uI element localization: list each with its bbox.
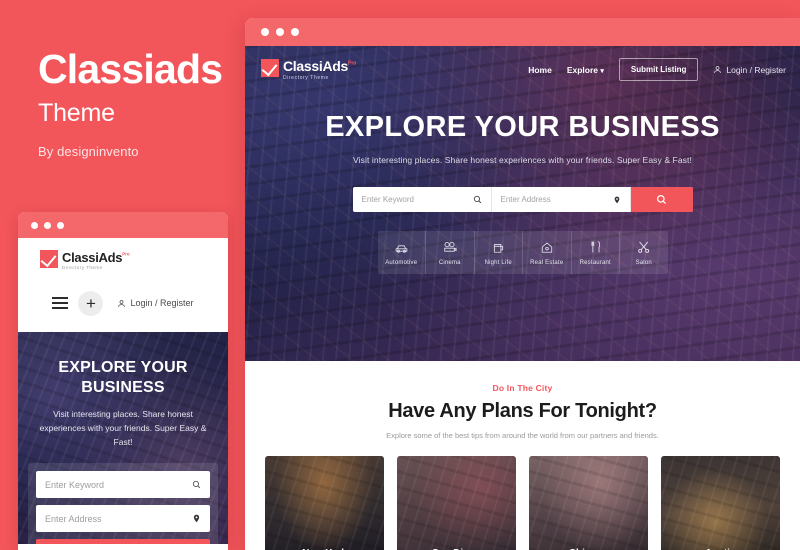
mobile-keyword-input[interactable]: Enter Keyword <box>36 471 210 499</box>
map-pin-icon <box>614 196 619 203</box>
search-icon <box>473 195 481 204</box>
map-pin-icon <box>193 514 200 523</box>
logo-tagline: Directory Theme <box>283 74 329 81</box>
category-salon[interactable]: Salon <box>620 231 668 274</box>
category-restaurant[interactable]: Restaurant <box>572 231 620 274</box>
city-card[interactable]: Chicago <box>529 456 648 550</box>
search-icon <box>192 481 201 489</box>
search-submit-button[interactable] <box>630 187 693 212</box>
mobile-auth-link[interactable]: Login / Register <box>117 298 194 308</box>
category-label: Real Estate <box>530 260 564 266</box>
submit-listing-button[interactable]: Submit Listing <box>618 58 699 81</box>
window-dot-maximize-icon[interactable] <box>291 28 299 36</box>
mobile-titlebar <box>18 212 228 238</box>
mobile-search-form: Enter Keyword Enter Address <box>28 463 218 544</box>
cutlery-icon <box>572 238 620 256</box>
city-card[interactable]: Austin <box>661 456 780 550</box>
keyword-placeholder: Enter Keyword <box>361 195 414 204</box>
category-label: Restaurant <box>579 260 611 266</box>
city-card[interactable]: New York <box>265 456 384 550</box>
window-dot-close-icon[interactable] <box>31 221 38 229</box>
film-projector-icon <box>426 238 474 256</box>
category-label: Automotive <box>385 260 418 266</box>
plus-icon[interactable]: + <box>78 290 104 316</box>
user-icon <box>118 299 126 307</box>
browser-titlebar <box>245 18 800 46</box>
window-dot-close-icon[interactable] <box>261 28 269 36</box>
mobile-address-input[interactable]: Enter Address <box>36 505 210 533</box>
category-label: Night Life <box>484 260 512 266</box>
nav-item-explore-label: Explore <box>566 64 598 75</box>
section-subtitle: Explore some of the best tips from aroun… <box>386 431 659 440</box>
logo-badge: Pro <box>348 60 357 67</box>
mobile-hero-subtitle: Visit interesting places. Share honest e… <box>39 409 207 447</box>
mobile-hero-title: EXPLORE YOUR BUSINESS <box>58 358 188 396</box>
mobile-nav: + Login / Register <box>18 271 228 332</box>
site-logo[interactable]: ClassiAdsPro Directory Theme <box>261 57 357 81</box>
house-icon <box>523 238 571 256</box>
hero-subtitle: Visit interesting places. Share honest e… <box>353 155 692 165</box>
promo-subtitle: Theme <box>38 99 115 128</box>
browser-mockup: ClassiAdsPro Directory Theme Home Explor… <box>245 18 800 550</box>
mobile-keyword-placeholder: Enter Keyword <box>45 479 105 490</box>
mobile-address-placeholder: Enter Address <box>45 513 102 524</box>
address-input[interactable]: Enter Address <box>492 187 631 212</box>
category-real-estate[interactable]: Real Estate <box>523 231 572 274</box>
auth-link[interactable]: Login / Register <box>713 65 786 75</box>
category-cinema[interactable]: Cinema <box>426 231 475 274</box>
mobile-auth-label: Login / Register <box>130 298 194 308</box>
mobile-mockup: ClassiAdsPro Directory Theme + Login / R… <box>18 212 228 550</box>
checkmark-logo-icon <box>40 250 58 268</box>
window-dot-minimize-icon[interactable] <box>276 28 284 36</box>
city-card-list: New York San Diego Chicago Austin <box>245 440 800 550</box>
city-section: Do In The City Have Any Plans For Tonigh… <box>245 361 800 550</box>
window-dot-maximize-icon[interactable] <box>57 221 64 229</box>
hamburger-icon[interactable] <box>52 297 69 309</box>
checkmark-logo-icon <box>261 58 279 77</box>
nav-item-home[interactable]: Home <box>528 65 552 75</box>
section-eyebrow: Do In The City <box>492 383 553 393</box>
category-night-life[interactable]: Night Life <box>475 231 523 274</box>
logo-name: ClassiAds <box>283 57 348 74</box>
mobile-logo[interactable]: ClassiAdsPro Directory Theme <box>18 238 228 271</box>
category-label: Salon <box>635 260 652 266</box>
mobile-search-button[interactable] <box>36 539 210 544</box>
promo-author: By designinvento <box>38 144 139 160</box>
keyword-input[interactable]: Enter Keyword <box>353 187 492 212</box>
main-nav: Home Explore ▾ Submit Listing Login / Re… <box>528 58 786 81</box>
page-title: Classiads <box>38 46 223 92</box>
beer-mug-icon <box>475 238 523 256</box>
scissors-icon <box>620 238 668 256</box>
site-header: ClassiAdsPro Directory Theme Home Explor… <box>245 46 800 81</box>
address-placeholder: Enter Address <box>500 195 551 204</box>
nav-item-explore[interactable]: Explore ▾ <box>567 65 604 75</box>
search-icon <box>657 195 667 205</box>
category-label: Cinema <box>438 260 461 266</box>
car-icon <box>378 238 426 256</box>
category-automotive[interactable]: Automotive <box>378 231 426 274</box>
mobile-logo-badge: Pro <box>122 251 130 257</box>
auth-label: Login / Register <box>726 64 786 75</box>
chevron-down-icon: ▾ <box>600 67 604 75</box>
mobile-logo-tagline: Directory Theme <box>62 265 103 270</box>
user-icon <box>714 66 722 73</box>
hero-section: ClassiAdsPro Directory Theme Home Explor… <box>245 46 800 361</box>
hero-search-form: Enter Keyword Enter Address <box>352 187 693 212</box>
category-bar: Automotive Cinema Night Life Real Estate… <box>377 231 668 274</box>
hero-title: EXPLORE YOUR BUSINESS <box>325 111 720 143</box>
mobile-logo-name: ClassiAds <box>62 250 123 265</box>
section-title: Have Any Plans For Tonight? <box>388 400 657 422</box>
window-dot-minimize-icon[interactable] <box>44 221 51 229</box>
city-card[interactable]: San Diego <box>397 456 516 550</box>
mobile-hero: EXPLORE YOUR BUSINESS Visit interesting … <box>18 331 228 544</box>
